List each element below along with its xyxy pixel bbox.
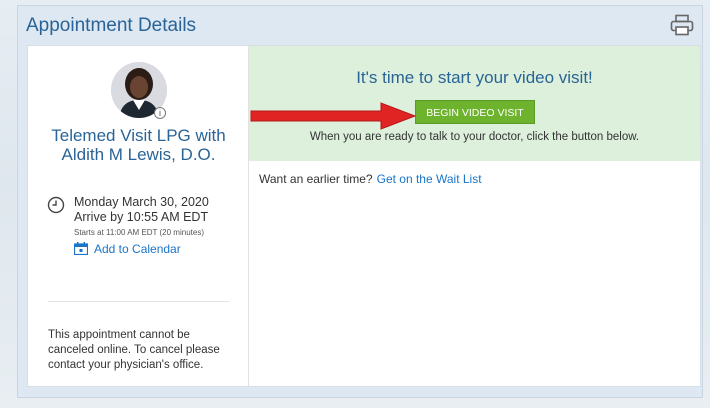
visit-title: Telemed Visit LPG with Aldith M Lewis, D… — [51, 126, 226, 164]
waitlist-prompt: Want an earlier time? — [259, 172, 373, 186]
appointment-date: Monday March 30, 2020 — [74, 195, 209, 209]
info-icon[interactable]: i — [154, 107, 166, 119]
page-title: Appointment Details — [26, 15, 197, 36]
printer-icon[interactable] — [670, 14, 694, 36]
waitlist-row: Want an earlier time? Get on the Wait Lis… — [259, 172, 482, 186]
arrival-time: Arrive by 10:55 AM EDT — [74, 210, 209, 224]
cancel-policy-note: This appointment cannot be canceled onli… — [48, 329, 220, 371]
red-arrow-icon — [250, 102, 417, 130]
details-panel: i Telemed Visit LPG with Aldith M Lewis,… — [27, 45, 701, 387]
appointment-details-card: Appointment Details i Telemed Visit LPG … — [17, 5, 703, 398]
provider-column: i Telemed Visit LPG with Aldith M Lewis,… — [28, 46, 249, 386]
begin-video-visit-button[interactable]: BEGIN VIDEO VISIT — [415, 100, 535, 124]
video-visit-help-text: When you are ready to talk to your docto… — [309, 131, 640, 143]
start-time-note: Starts at 11:00 AM EDT (20 minutes) — [74, 228, 204, 237]
video-visit-heading: It's time to start your video visit! — [356, 68, 593, 87]
calendar-icon[interactable] — [74, 242, 88, 255]
video-visit-column: It's time to start your video visit! BEG… — [249, 46, 700, 386]
divider — [48, 301, 229, 302]
add-to-calendar-link[interactable]: Add to Calendar — [94, 242, 181, 256]
clock-icon — [47, 196, 65, 214]
waitlist-link[interactable]: Get on the Wait List — [377, 172, 482, 186]
